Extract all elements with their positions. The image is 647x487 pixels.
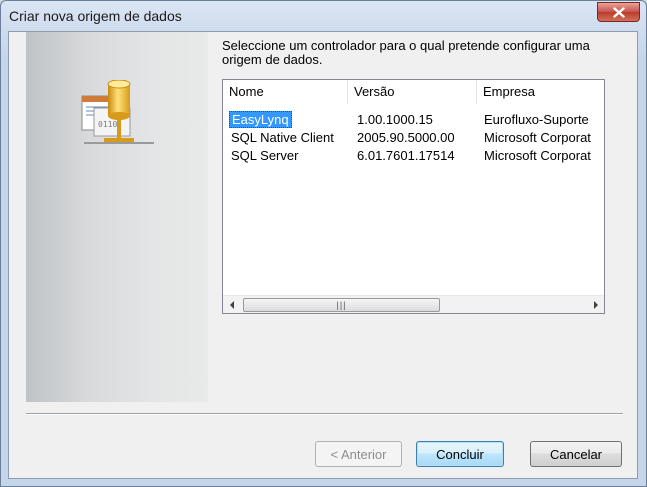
scroll-left-button[interactable] — [223, 296, 240, 313]
back-button[interactable]: < Anterior — [315, 441, 402, 467]
dialog-window: Criar nova origem de dados 0110 Seleccio… — [0, 0, 647, 487]
list-row-sql-server[interactable]: SQL Server 6.01.7601.17514 Microsoft Cor… — [223, 147, 604, 165]
grip-icon: ||| — [336, 299, 347, 310]
row-company: Eurofluxo-Suporte — [484, 112, 589, 127]
close-button[interactable] — [597, 2, 640, 22]
column-header-company[interactable]: Empresa — [477, 80, 604, 104]
list-row-sql-native-client[interactable]: SQL Native Client 2005.90.5000.00 Micros… — [223, 129, 604, 147]
arrow-left-icon — [229, 300, 234, 309]
instruction-text: Seleccione um controlador para o qual pr… — [222, 38, 590, 67]
column-header-version[interactable]: Versão — [348, 80, 477, 104]
button-separator — [26, 413, 623, 415]
list-header: Nome Versão Empresa — [223, 80, 604, 104]
scroll-right-button[interactable] — [587, 296, 604, 313]
row-company: Microsoft Corporat — [484, 148, 591, 163]
row-name: SQL Native Client — [231, 130, 334, 145]
arrow-right-icon — [593, 300, 598, 309]
row-version: 6.01.7601.17514 — [357, 148, 455, 163]
cancel-button[interactable]: Cancelar — [530, 441, 622, 467]
row-version: 2005.90.5000.00 — [357, 130, 455, 145]
list-row-easylynq[interactable]: EasyLynq 1.00.1000.15 Eurofluxo-Suporte — [223, 111, 604, 129]
finish-button[interactable]: Concluir — [416, 441, 504, 467]
driver-list[interactable]: Nome Versão Empresa EasyLynq 1.00.1000.1… — [222, 79, 605, 314]
row-company: Microsoft Corporat — [484, 130, 591, 145]
close-icon — [612, 6, 625, 18]
odbc-data-source-icon: 0110 — [81, 80, 154, 144]
horizontal-scrollbar[interactable]: ||| — [223, 295, 604, 313]
row-version: 1.00.1000.15 — [357, 112, 433, 127]
svg-text:0110: 0110 — [98, 120, 117, 129]
title-bar[interactable]: Criar nova origem de dados — [1, 1, 646, 31]
row-name: SQL Server — [231, 148, 299, 163]
row-name: EasyLynq — [229, 111, 292, 128]
window-title: Criar nova origem de dados — [9, 8, 182, 24]
scrollbar-thumb[interactable]: ||| — [243, 298, 440, 312]
wizard-side-panel: 0110 — [26, 32, 208, 402]
column-header-name[interactable]: Nome — [223, 80, 348, 104]
